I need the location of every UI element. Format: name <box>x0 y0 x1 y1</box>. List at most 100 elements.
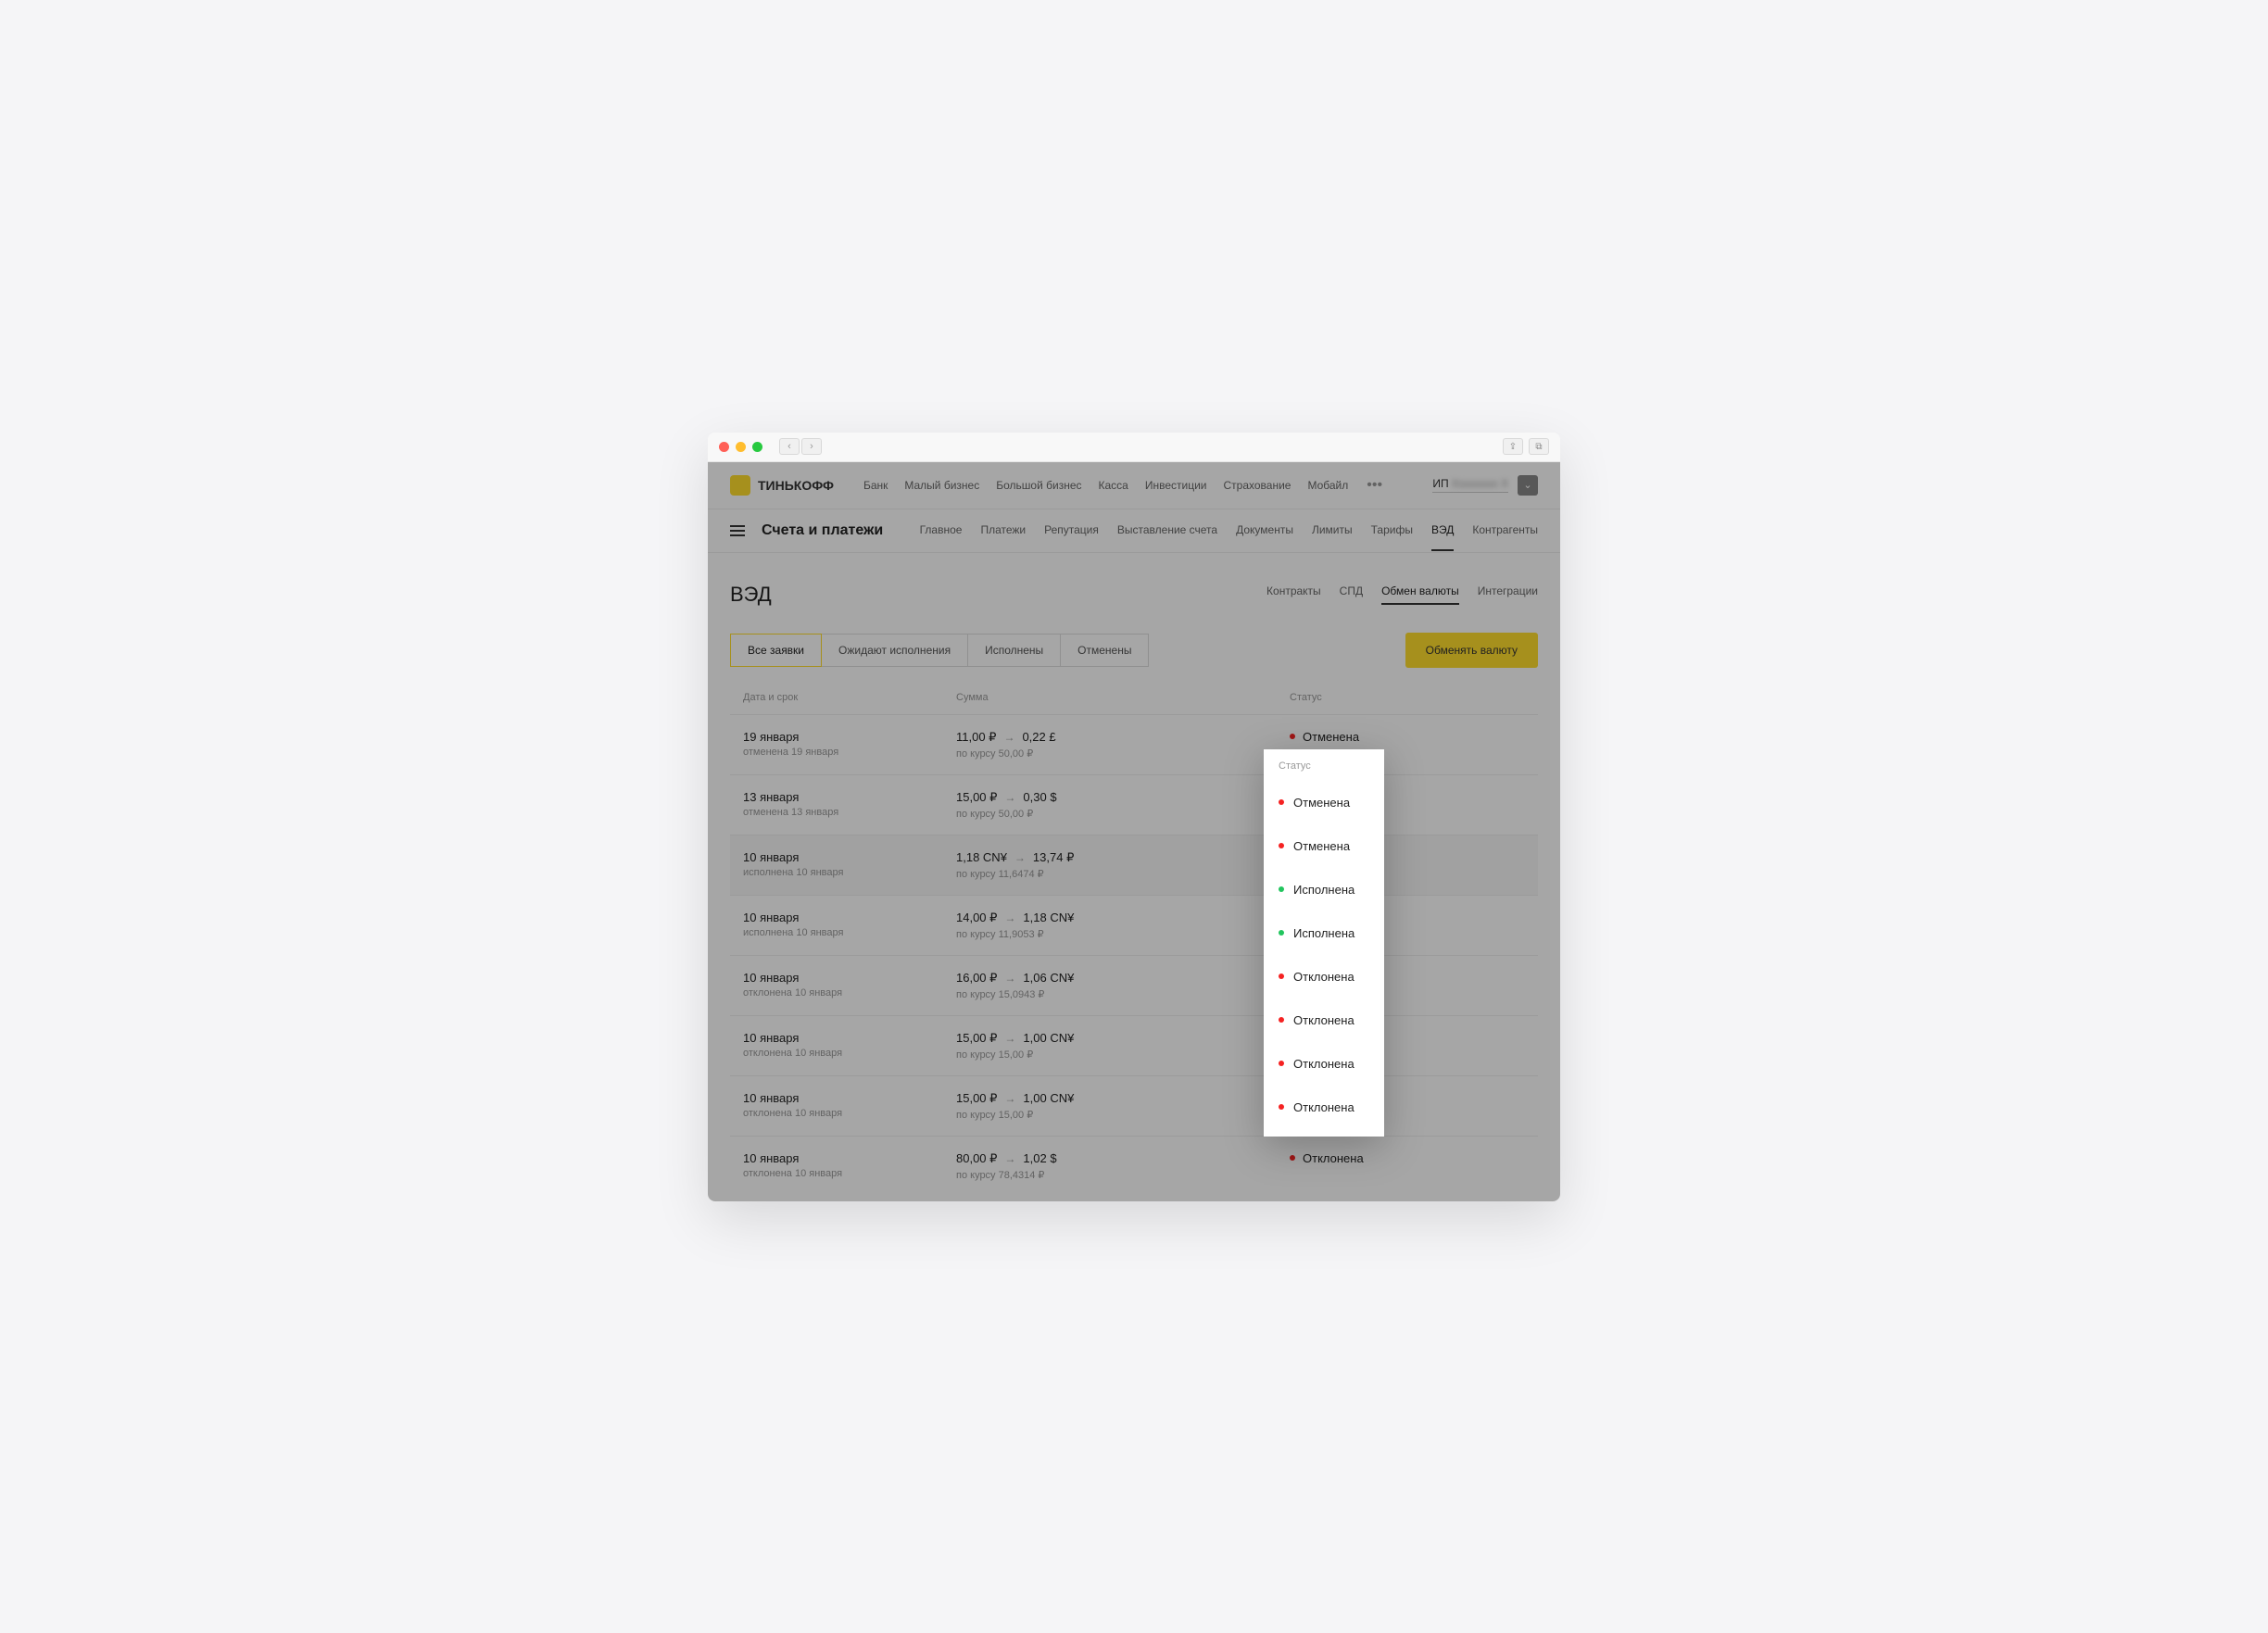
status-dot-icon <box>1279 886 1284 892</box>
sub-nav-item[interactable]: Платежи <box>980 523 1026 538</box>
top-nav-item[interactable]: Касса <box>1099 479 1128 492</box>
row-date: 13 января <box>743 790 956 804</box>
header: ТИНЬКОФФ Банк Малый бизнес Большой бизнес К… <box>708 462 1560 509</box>
forward-button[interactable]: › <box>801 438 822 455</box>
sub-nav-item[interactable]: Выставление счета <box>1117 523 1217 538</box>
table-header: Дата и срок Сумма Статус <box>730 685 1538 714</box>
filters-row: Все заявкиОжидают исполненияИсполненыОтм… <box>730 633 1538 668</box>
sub-nav-item[interactable]: Главное <box>920 523 963 538</box>
share-icon[interactable]: ⇪ <box>1503 438 1523 455</box>
arrow-right-icon: → <box>1004 1152 1015 1165</box>
row-sum: 15,00 ₽→1,00 CN¥ <box>956 1091 1290 1106</box>
more-icon[interactable]: ••• <box>1367 477 1382 494</box>
user-avatar-icon[interactable]: ⌄ <box>1518 475 1538 496</box>
top-nav-item[interactable]: Банк <box>863 479 888 492</box>
popup-status-row[interactable]: Отклонена <box>1264 1042 1384 1086</box>
status-dot-icon <box>1290 734 1295 739</box>
table-row[interactable]: 10 январяотклонена 10 января16,00 ₽→1,06… <box>730 955 1538 1015</box>
popup-status-row[interactable]: Отменена <box>1264 781 1384 824</box>
status-dot-icon <box>1279 843 1284 848</box>
table-row[interactable]: 10 январяотклонена 10 января15,00 ₽→1,00… <box>730 1015 1538 1075</box>
page-body: ВЭД КонтрактыСПДОбмен валютыИнтеграции В… <box>708 553 1560 1201</box>
popup-status-row[interactable]: Отменена <box>1264 824 1384 868</box>
filter-button[interactable]: Ожидают исполнения <box>822 634 968 667</box>
status-dot-icon <box>1279 1017 1284 1023</box>
popup-status-label: Отменена <box>1293 839 1350 853</box>
row-date: 10 января <box>743 850 956 864</box>
status-dot-icon <box>1279 1061 1284 1066</box>
popup-status-label: Отклонена <box>1293 1057 1354 1071</box>
table-rows: 19 январяотменена 19 января11,00 ₽→0,22 … <box>730 714 1538 1196</box>
column-sum-header: Сумма <box>956 692 1290 703</box>
top-nav-item[interactable]: Страхование <box>1224 479 1292 492</box>
popup-status-row[interactable]: Отклонена <box>1264 955 1384 999</box>
row-rate: по курсу 50,00 ₽ <box>956 808 1290 820</box>
user-prefix: ИП <box>1432 477 1448 490</box>
status-dot-icon <box>1279 930 1284 936</box>
maximize-window-icon[interactable] <box>752 442 762 452</box>
top-nav-item[interactable]: Большой бизнес <box>996 479 1081 492</box>
row-date-sub: отменена 19 января <box>743 747 956 758</box>
page-tab[interactable]: Интеграции <box>1478 584 1538 605</box>
traffic-lights <box>719 442 762 452</box>
row-sum: 14,00 ₽→1,18 CN¥ <box>956 911 1290 925</box>
row-rate: по курсу 50,00 ₽ <box>956 747 1290 760</box>
close-window-icon[interactable] <box>719 442 729 452</box>
row-sum: 15,00 ₽→0,30 $ <box>956 790 1290 805</box>
back-button[interactable]: ‹ <box>779 438 800 455</box>
filter-button[interactable]: Все заявки <box>730 634 822 667</box>
popup-status-row[interactable]: Исполнена <box>1264 911 1384 955</box>
row-date-sub: отменена 13 января <box>743 807 956 818</box>
row-date-sub: отклонена 10 января <box>743 1108 956 1119</box>
table-row[interactable]: 10 январяотклонена 10 января80,00 ₽→1,02… <box>730 1136 1538 1196</box>
popup-header: Статус <box>1264 749 1384 781</box>
table-row[interactable]: 10 января исполнена 10 января1,18 CN¥→13,… <box>730 835 1538 895</box>
column-date-header: Дата и срок <box>743 692 956 703</box>
sub-nav-item[interactable]: Репутация <box>1044 523 1099 538</box>
row-date-sub: исполнена 10 января <box>743 867 956 878</box>
row-sum: 1,18 CN¥→13,74 ₽ <box>956 850 1290 865</box>
exchange-currency-button[interactable]: Обменять валюту <box>1405 633 1538 668</box>
sub-header: Счета и платежи ГлавноеПлатежиРепутацияВ… <box>708 509 1560 553</box>
page-tab[interactable]: СПД <box>1340 584 1363 605</box>
row-rate: по курсу 15,0943 ₽ <box>956 988 1290 1000</box>
sub-nav-item[interactable]: Тарифы <box>1371 523 1413 538</box>
arrow-right-icon: → <box>1004 1092 1015 1105</box>
tabs-icon[interactable]: ⧉ <box>1529 438 1549 455</box>
sub-nav-item[interactable]: Лимиты <box>1312 523 1353 538</box>
row-sum: 80,00 ₽→1,02 $ <box>956 1151 1290 1166</box>
filter-button[interactable]: Отменены <box>1061 634 1149 667</box>
row-rate: по курсу 15,00 ₽ <box>956 1109 1290 1121</box>
top-nav-item[interactable]: Мобайл <box>1307 479 1348 492</box>
page-tabs: Контракты СПД Обмен валюты Интеграции <box>1266 584 1538 605</box>
arrow-right-icon: → <box>1004 791 1015 804</box>
row-date-sub: исполнена 10 января <box>743 927 956 938</box>
app-content: ТИНЬКОФФ Банк Малый бизнес Большой бизнес К… <box>708 462 1560 1201</box>
sub-nav-item[interactable]: Контрагенты <box>1472 523 1538 538</box>
logo[interactable]: ТИНЬКОФФ <box>730 475 834 496</box>
table-row[interactable]: 13 января отменена 13 января15,00 ₽→0,30 … <box>730 774 1538 835</box>
row-rate: по курсу 78,4314 ₽ <box>956 1169 1290 1181</box>
user-block[interactable]: ИП Хххххххх X ⌄ <box>1432 475 1538 496</box>
menu-icon[interactable] <box>730 525 745 536</box>
page-tab[interactable]: Обмен валюты <box>1381 584 1459 605</box>
popup-status-row[interactable]: Отклонена <box>1264 999 1384 1042</box>
table-row[interactable]: 19 январяотменена 19 января11,00 ₽→0,22 … <box>730 714 1538 774</box>
top-nav-item[interactable]: Инвестиции <box>1145 479 1207 492</box>
row-date-sub: отклонена 10 января <box>743 1048 956 1059</box>
row-date-sub: отклонена 10 января <box>743 987 956 999</box>
popup-status-label: Исполнена <box>1293 883 1354 897</box>
popup-status-label: Отклонена <box>1293 1013 1354 1027</box>
popup-status-row[interactable]: Отклонена <box>1264 1086 1384 1129</box>
page-tab[interactable]: Контракты <box>1266 584 1321 605</box>
popup-status-row[interactable]: Исполнена <box>1264 868 1384 911</box>
sub-nav-item[interactable]: ВЭД <box>1431 523 1454 551</box>
table-row[interactable]: 10 января отклонена 10 января15,00 ₽→1,00… <box>730 1075 1538 1136</box>
brand-name: ТИНЬКОФФ <box>758 478 834 493</box>
filter-button[interactable]: Исполнены <box>968 634 1061 667</box>
sub-nav-item[interactable]: Документы <box>1236 523 1293 538</box>
row-date: 10 января <box>743 1091 956 1105</box>
table-row[interactable]: 10 январяисполнена 10 января14,00 ₽→1,18… <box>730 895 1538 955</box>
top-nav-item[interactable]: Малый бизнес <box>904 479 979 492</box>
minimize-window-icon[interactable] <box>736 442 746 452</box>
